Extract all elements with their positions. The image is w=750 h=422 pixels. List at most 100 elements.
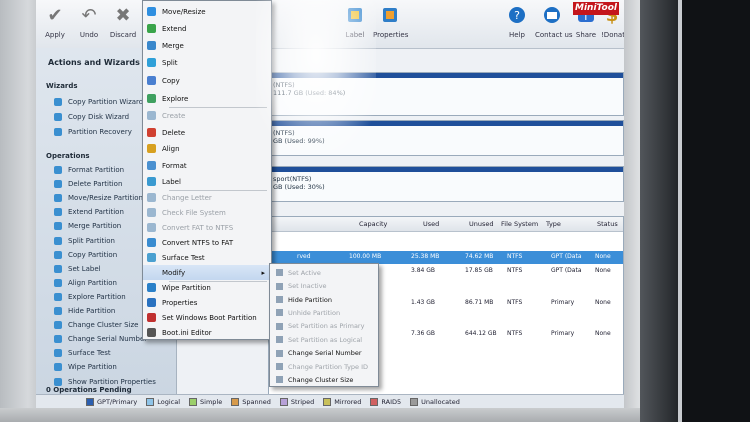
label-button[interactable]: Label [338, 4, 372, 39]
context-menu-item[interactable]: Copy [143, 73, 271, 88]
help-button[interactable]: ? Help [500, 4, 534, 39]
discard-button[interactable]: ✖ Discard [106, 4, 140, 40]
legend-item: Unallocated [410, 397, 460, 406]
close-icon: ✖ [115, 4, 131, 26]
undo-button[interactable]: ↶ Undo [72, 4, 106, 40]
context-menu-item: Check File System [143, 205, 271, 220]
legend-swatch [370, 397, 379, 406]
operation-item[interactable]: Move/Resize Partition [54, 194, 143, 203]
legend-item: Striped [279, 397, 314, 406]
label-icon [344, 4, 366, 26]
col-status[interactable]: Status [597, 217, 618, 231]
context-menu-item[interactable]: Set Windows Boot Partition [143, 310, 271, 325]
window-frame [678, 0, 750, 422]
menu-item-icon [147, 268, 156, 277]
context-menu-item[interactable]: Explore [143, 91, 271, 106]
operation-icon [54, 208, 62, 217]
legend-swatch [146, 397, 155, 406]
context-menu-item[interactable]: Convert NTFS to FAT [143, 235, 271, 250]
legend-item: Simple [189, 397, 222, 406]
panel-title: Actions and Wizards [48, 58, 140, 67]
legend-swatch [86, 397, 94, 406]
disk-map-2[interactable]: (NTFS) GB (Used: 99%) [268, 120, 624, 156]
context-menu-item[interactable]: Extend [143, 21, 271, 36]
operation-icon [54, 335, 62, 344]
menu-item-icon [147, 7, 156, 16]
menu-item-icon [147, 298, 156, 307]
operation-icon [54, 194, 62, 203]
submenu-item[interactable]: Change Cluster Size [270, 373, 378, 387]
context-menu-item[interactable]: Label [143, 174, 271, 189]
col-unused[interactable]: Unused [469, 217, 494, 231]
checkmark-icon: ✔ [47, 4, 63, 26]
operation-item[interactable]: Change Cluster Size [54, 321, 138, 330]
context-menu-item[interactable]: Merge [143, 38, 271, 53]
context-menu-item[interactable]: Surface Test [143, 250, 271, 265]
operation-icon [54, 180, 62, 189]
submenu-item: Set Partition as Primary [270, 320, 378, 334]
context-menu: Move/Resize Extend Merge Split Copy Explore Cr… [142, 0, 272, 340]
disk-map-3[interactable]: sport(NTFS) GB (Used: 30%) [268, 166, 624, 202]
menu-item-icon [147, 144, 156, 153]
disk-usage-bar [269, 167, 623, 172]
context-menu-item[interactable]: Delete [143, 125, 271, 140]
wizard-copy-disk[interactable]: Copy Disk Wizard [54, 113, 129, 121]
operation-item[interactable]: Hide Partition [54, 307, 115, 315]
operation-icon [54, 250, 62, 259]
menu-item-icon [147, 313, 156, 322]
submenu-item: Set Active [270, 266, 378, 280]
minitool-logo: MiniTool [573, 2, 619, 15]
operation-item[interactable]: Surface Test [54, 349, 111, 358]
context-menu-item[interactable]: Properties [143, 295, 271, 310]
menu-item-icon [147, 238, 156, 247]
col-used[interactable]: Used [423, 217, 439, 231]
submenu-item-icon [276, 376, 283, 384]
submenu-item: Set Partition as Logical [270, 333, 378, 347]
submenu-item[interactable]: Hide Partition [270, 293, 378, 307]
undo-icon: ↶ [81, 4, 97, 26]
app-screen: ✔ Apply ↶ Undo ✖ Discard Label Propertie… [36, 0, 624, 408]
operation-item[interactable]: Copy Partition [54, 250, 117, 259]
submenu-item: Set Inactive [270, 279, 378, 293]
menu-item-icon [147, 94, 156, 103]
operation-item[interactable]: Align Partition [54, 278, 117, 287]
context-menu-item[interactable]: Modify ▸ [143, 265, 271, 280]
context-menu-item[interactable]: Split [143, 55, 271, 70]
menu-item-icon [147, 328, 156, 337]
col-type[interactable]: Type [546, 217, 561, 231]
context-menu-item[interactable]: Wipe Partition [143, 280, 271, 295]
col-capacity[interactable]: Capacity [359, 217, 387, 231]
operation-item[interactable]: Set Label [54, 264, 101, 273]
modify-submenu: Set Active Set Inactive Hide Partition Unhi… [269, 263, 379, 387]
wizard-icon [54, 128, 62, 136]
operation-item[interactable]: Extend Partition [54, 208, 124, 217]
operation-item[interactable]: Split Partition [54, 236, 115, 245]
menu-item-icon [147, 161, 156, 170]
context-menu-item[interactable]: Move/Resize [143, 4, 271, 19]
apply-button[interactable]: ✔ Apply [38, 4, 72, 40]
legend-swatch [323, 397, 332, 406]
properties-button[interactable]: Properties [373, 4, 408, 39]
operation-item[interactable]: Merge Partition [54, 222, 121, 231]
submenu-item-icon [276, 269, 283, 277]
operation-item[interactable]: Change Serial Number [54, 335, 147, 344]
submenu-item-icon [276, 363, 283, 371]
operation-item[interactable]: Delete Partition [54, 180, 122, 189]
operation-item[interactable]: Explore Partition [54, 292, 126, 301]
contact-us-button[interactable]: Contact us [535, 4, 573, 39]
menu-item-icon [147, 41, 156, 50]
operation-item[interactable]: Show Partition Properties [54, 377, 156, 386]
submenu-item[interactable]: Change Serial Number [270, 346, 378, 360]
operation-item[interactable]: Format Partition [54, 166, 124, 174]
operation-item[interactable]: Wipe Partition [54, 363, 117, 372]
disk-map-1[interactable]: (NTFS) 111.7 GB (Used: 84%) [268, 72, 624, 116]
context-menu-item[interactable]: Format [143, 158, 271, 173]
col-file-system[interactable]: File System [501, 217, 538, 231]
mail-icon [541, 4, 563, 26]
wizard-partition-recovery[interactable]: Partition Recovery [54, 128, 132, 136]
wizard-copy-partition[interactable]: Copy Partition Wizard [54, 98, 143, 106]
context-menu-item[interactable]: Align [143, 141, 271, 156]
context-menu-item[interactable]: Boot.ini Editor [143, 325, 271, 340]
pending-header: 0 Operations Pending [46, 386, 132, 394]
submenu-item-icon [276, 322, 283, 330]
